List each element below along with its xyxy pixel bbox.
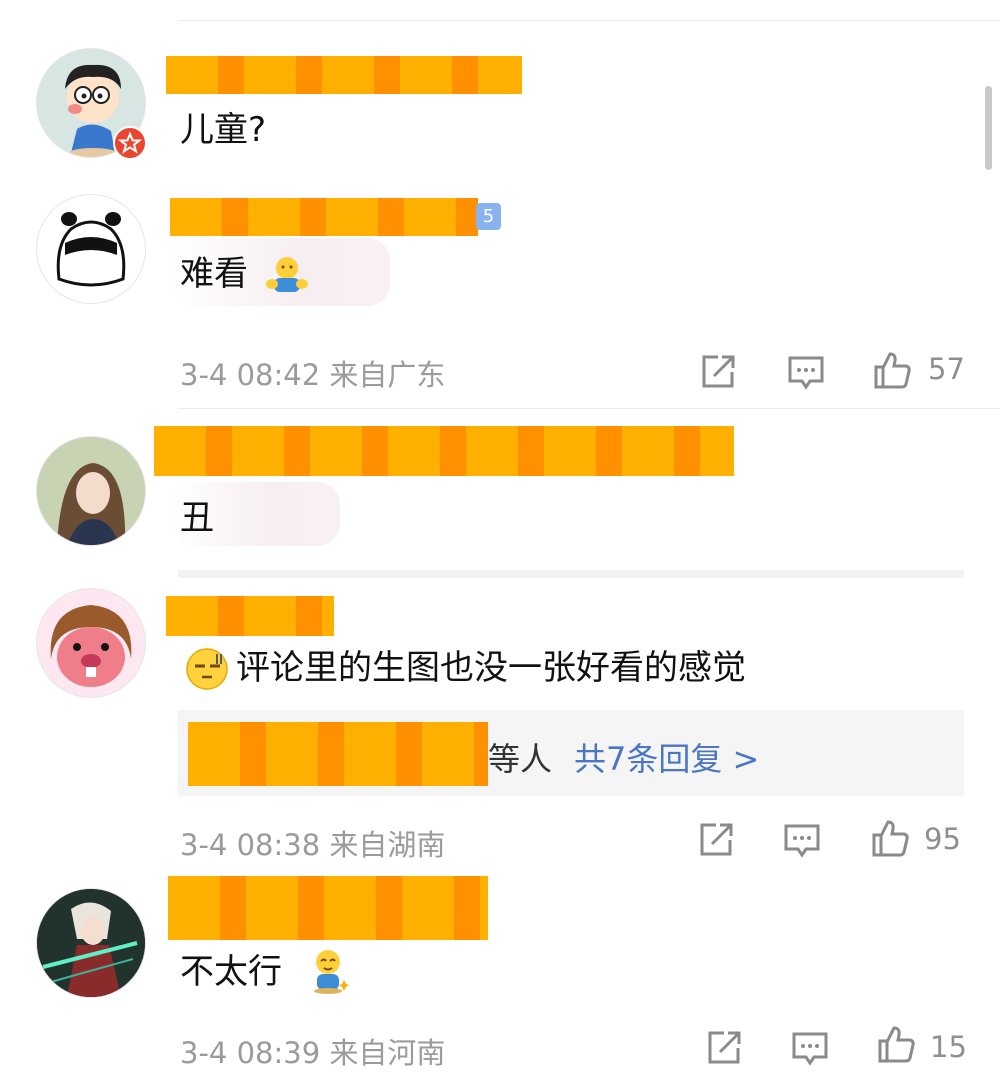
redacted-username[interactable] — [188, 722, 488, 786]
avatar[interactable] — [36, 588, 146, 698]
like-icon[interactable] — [876, 1024, 916, 1064]
avatar[interactable] — [36, 194, 146, 304]
speechless-emoji-icon — [184, 646, 230, 692]
like-count: 15 — [930, 1030, 967, 1064]
share-icon[interactable] — [704, 1028, 744, 1068]
redacted-username[interactable] — [170, 198, 478, 236]
comment-icon[interactable] — [782, 820, 822, 860]
comment-meta: 3-4 08:42 来自广东 — [180, 358, 446, 392]
comment-divider — [178, 408, 1000, 409]
redacted-username[interactable] — [168, 876, 488, 940]
comment-icon[interactable] — [786, 352, 826, 392]
comment-meta: 3-4 08:38 来自湖南 — [180, 828, 446, 862]
comment-text: 难看 — [180, 254, 248, 294]
view-replies-link[interactable]: 共7条回复 > — [574, 740, 759, 778]
avatar[interactable] — [36, 436, 146, 546]
share-icon[interactable] — [696, 820, 736, 860]
like-icon[interactable] — [870, 818, 910, 858]
avatar[interactable] — [36, 888, 146, 998]
comment-text: 儿童? — [180, 110, 267, 150]
vip-badge-icon — [113, 126, 147, 160]
share-icon[interactable] — [698, 352, 738, 392]
reply-suffix: 等人 — [488, 740, 553, 778]
like-icon[interactable] — [872, 350, 912, 390]
shy-emoji-icon — [308, 946, 350, 994]
redacted-username[interactable] — [166, 596, 334, 636]
comment-icon[interactable] — [790, 1028, 830, 1068]
top-divider — [178, 20, 1000, 21]
comment-text: 丑 — [180, 498, 214, 538]
like-count: 57 — [928, 352, 965, 386]
comment-divider — [178, 570, 964, 578]
comment-text: 不太行 — [180, 952, 282, 992]
reply-summary[interactable]: 等人 共7条回复 > — [488, 734, 759, 780]
scrollbar[interactable] — [985, 86, 992, 170]
redacted-username[interactable] — [166, 56, 522, 94]
hug-emoji-icon — [264, 254, 310, 294]
redacted-username[interactable] — [154, 426, 734, 476]
level-badge: 5 — [476, 203, 501, 230]
like-count: 95 — [924, 822, 961, 856]
comment-text: 评论里的生图也没一张好看的感觉 — [236, 648, 746, 688]
